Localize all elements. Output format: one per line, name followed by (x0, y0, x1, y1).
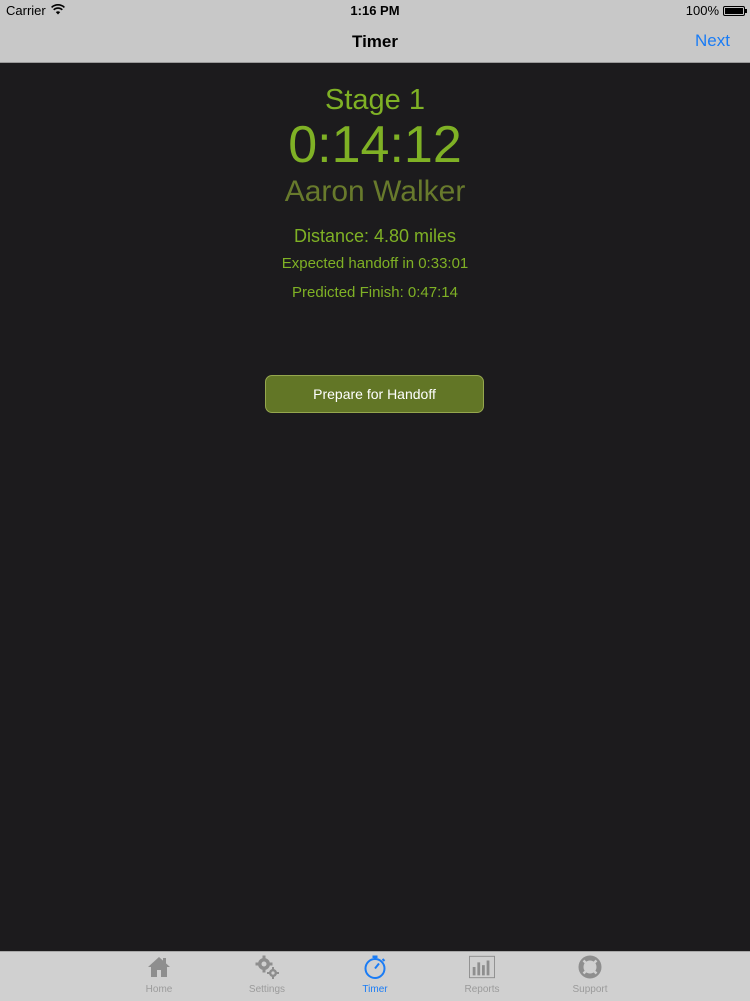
stage-label: Stage 1 (325, 84, 425, 116)
battery-percentage: 100% (685, 3, 719, 18)
gear-icon (254, 954, 280, 980)
stopwatch-icon (362, 954, 388, 980)
tab-label-home: Home (145, 984, 173, 995)
timer-content: Stage 1 0:14:12 Aaron Walker Distance: 4… (0, 63, 750, 951)
prepare-for-handoff-button[interactable]: Prepare for Handoff (265, 375, 484, 413)
home-icon (146, 954, 172, 980)
expected-handoff-label: Expected handoff in 0:33:01 (281, 255, 469, 272)
tab-label-support: Support (572, 984, 608, 995)
tab-settings[interactable]: Settings (227, 954, 307, 1000)
predicted-finish-label: Predicted Finish: 0:47:14 (292, 284, 458, 301)
tab-label-timer: Timer (362, 984, 388, 995)
tab-bar: Home Settings Timer Reports Support (0, 951, 750, 1001)
tab-label-settings: Settings (248, 984, 286, 995)
bar-chart-icon (469, 954, 495, 980)
elapsed-time: 0:14:12 (288, 116, 462, 174)
tab-label-reports: Reports (464, 984, 500, 995)
status-bar: Carrier 1:16 PM 100% (0, 0, 750, 22)
tab-home[interactable]: Home (119, 954, 199, 1000)
navigation-bar: Timer Next (0, 22, 750, 63)
tab-timer[interactable]: Timer (335, 954, 415, 1000)
lifebuoy-icon (577, 954, 603, 980)
status-time: 1:16 PM (350, 3, 400, 18)
next-button[interactable]: Next (695, 31, 730, 51)
status-right: 100% (685, 3, 747, 18)
battery-tip (745, 8, 747, 13)
nav-title: Timer (352, 32, 398, 51)
tab-reports[interactable]: Reports (442, 954, 522, 1000)
battery-icon (723, 5, 747, 16)
tab-support[interactable]: Support (550, 954, 630, 1000)
distance-label: Distance: 4.80 miles (293, 226, 457, 246)
runner-name: Aaron Walker (284, 175, 466, 208)
battery-fill (725, 7, 743, 14)
